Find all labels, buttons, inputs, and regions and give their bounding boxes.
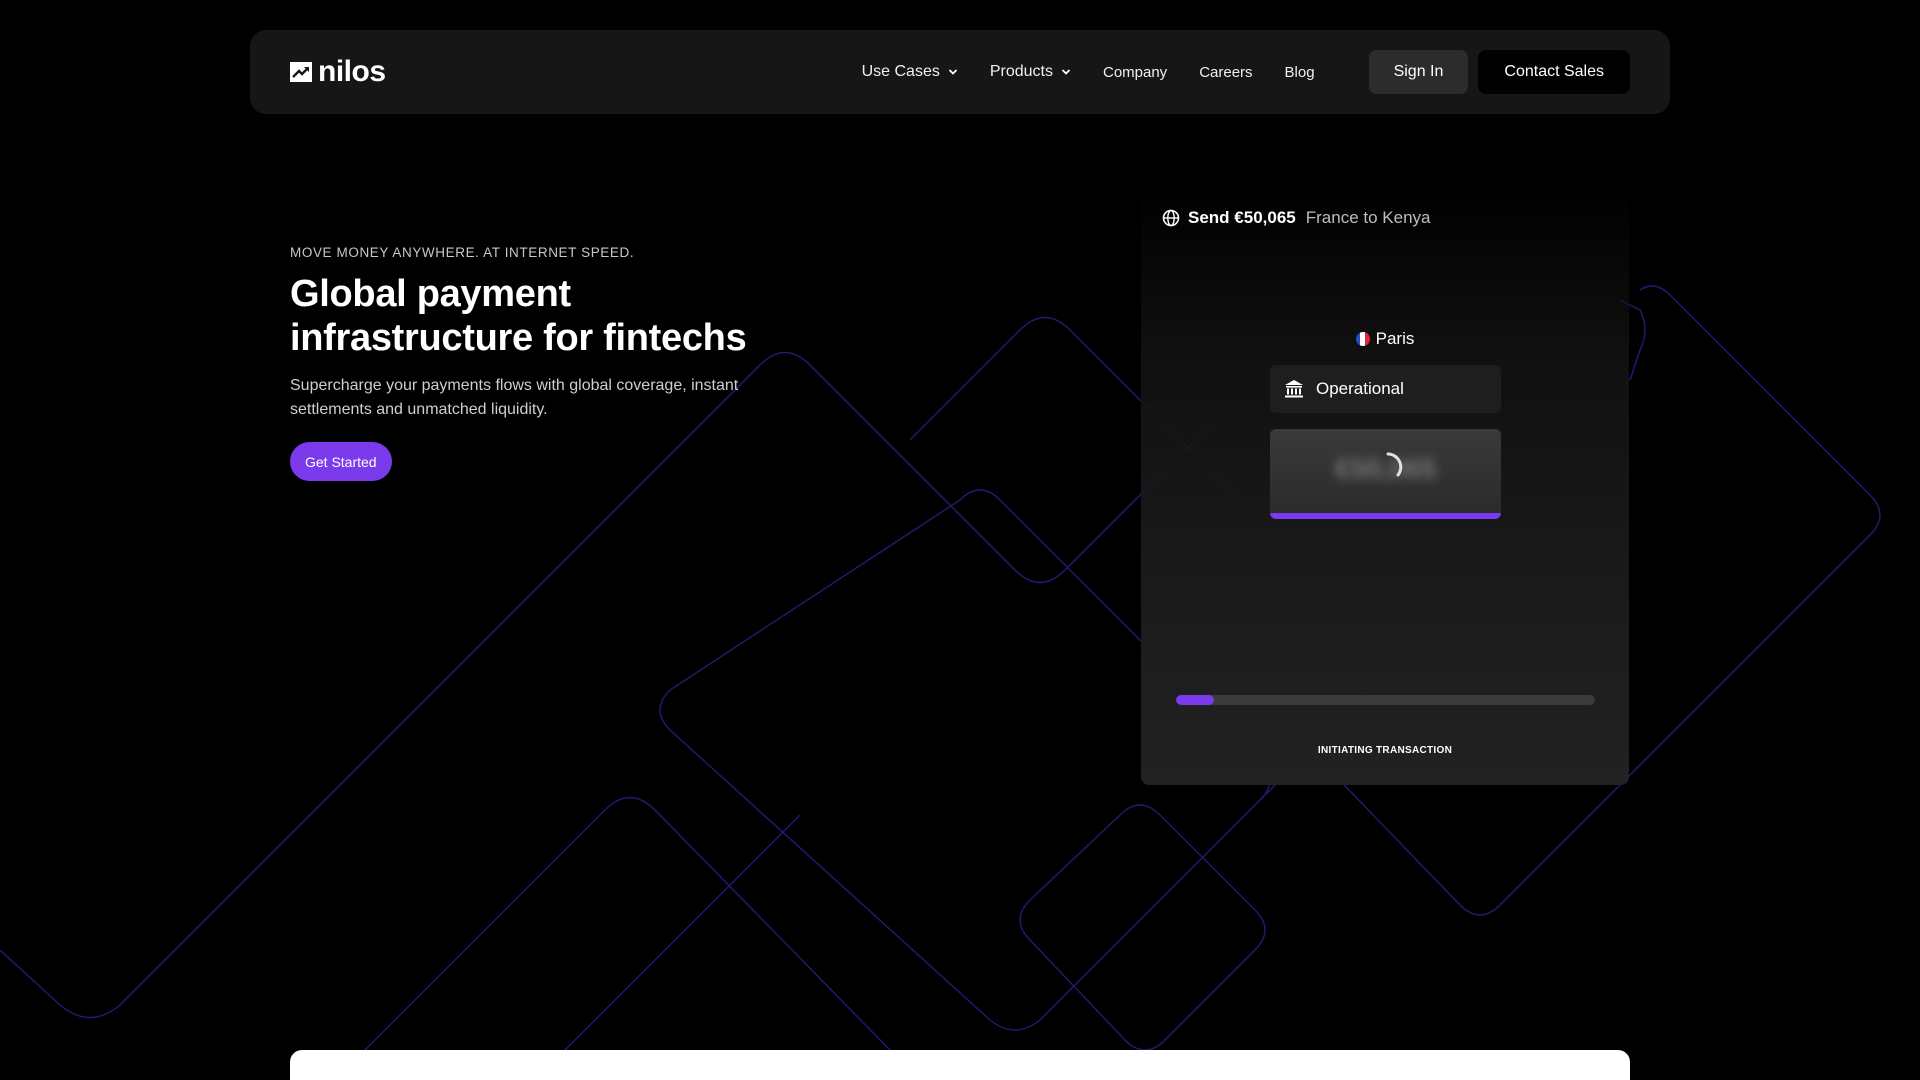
amount-accent-bar	[1270, 513, 1501, 519]
nav-company[interactable]: Company	[1103, 64, 1167, 81]
hero-headline-line1: Global payment	[290, 273, 571, 315]
nav-use-cases-label: Use Cases	[861, 63, 940, 80]
chevron-down-icon	[948, 69, 957, 75]
logo[interactable]: nilos	[290, 55, 386, 89]
hero-headline: Global payment infrastructure for fintec…	[290, 272, 810, 360]
hero-subtext: Supercharge your payments flows with glo…	[290, 374, 810, 422]
france-flag-icon	[1355, 332, 1370, 346]
nav-use-cases[interactable]: Use Cases	[862, 63, 958, 81]
hero-eyebrow: MOVE MONEY ANYWHERE. AT INTERNET SPEED.	[290, 245, 635, 260]
globe-icon	[1162, 209, 1180, 227]
nav-links: Use Cases Products Company Careers Blog	[862, 63, 1315, 81]
hero-subtext-line1: Supercharge your payments flows with glo…	[290, 377, 739, 394]
background-lines-decoration	[0, 285, 1881, 1051]
nav-careers[interactable]: Careers	[1199, 64, 1252, 81]
status-pill: Operational	[1270, 365, 1501, 413]
nav-products-label: Products	[989, 63, 1053, 80]
get-started-button[interactable]: Get Started	[290, 442, 392, 481]
hero-headline-line2: infrastructure for fintechs	[290, 317, 747, 359]
nav-blog[interactable]: Blog	[1285, 64, 1315, 81]
origin-city-label: Paris	[1375, 329, 1415, 348]
page: nilos Use Cases Products Company Careers…	[0, 0, 1920, 1080]
transaction-title: Send €50,065 France to Kenya	[1162, 208, 1431, 228]
hero-subtext-line2: settlements and unmatched liquidity.	[290, 401, 548, 418]
sign-in-button[interactable]: Sign In	[1368, 50, 1469, 94]
origin-city: Paris	[1141, 329, 1629, 349]
content-panel-top	[290, 1050, 1630, 1080]
send-amount: Send €50,065	[1188, 208, 1296, 227]
transaction-route: France to Kenya	[1305, 208, 1431, 227]
top-navbar: nilos Use Cases Products Company Careers…	[250, 30, 1670, 114]
transaction-progress-bar	[1176, 695, 1595, 705]
progress-label: INITIATING TRANSACTION	[1317, 745, 1453, 756]
nilos-logo-icon	[290, 62, 312, 82]
progress-fill	[1176, 695, 1214, 705]
amount-box: €50,065	[1270, 429, 1501, 519]
contact-sales-button[interactable]: Contact Sales	[1478, 50, 1630, 94]
status-label: Operational	[1316, 379, 1404, 398]
nav-products[interactable]: Products	[990, 63, 1071, 81]
transaction-card: Paris Operational €50,065 INITIATING TRA…	[1141, 185, 1629, 785]
logo-text: nilos	[318, 55, 386, 88]
chevron-down-icon	[1061, 69, 1071, 75]
spinner-icon	[1386, 452, 1403, 477]
bank-icon	[1285, 380, 1303, 398]
hero-section: MOVE MONEY ANYWHERE. AT INTERNET SPEED. …	[290, 245, 810, 481]
